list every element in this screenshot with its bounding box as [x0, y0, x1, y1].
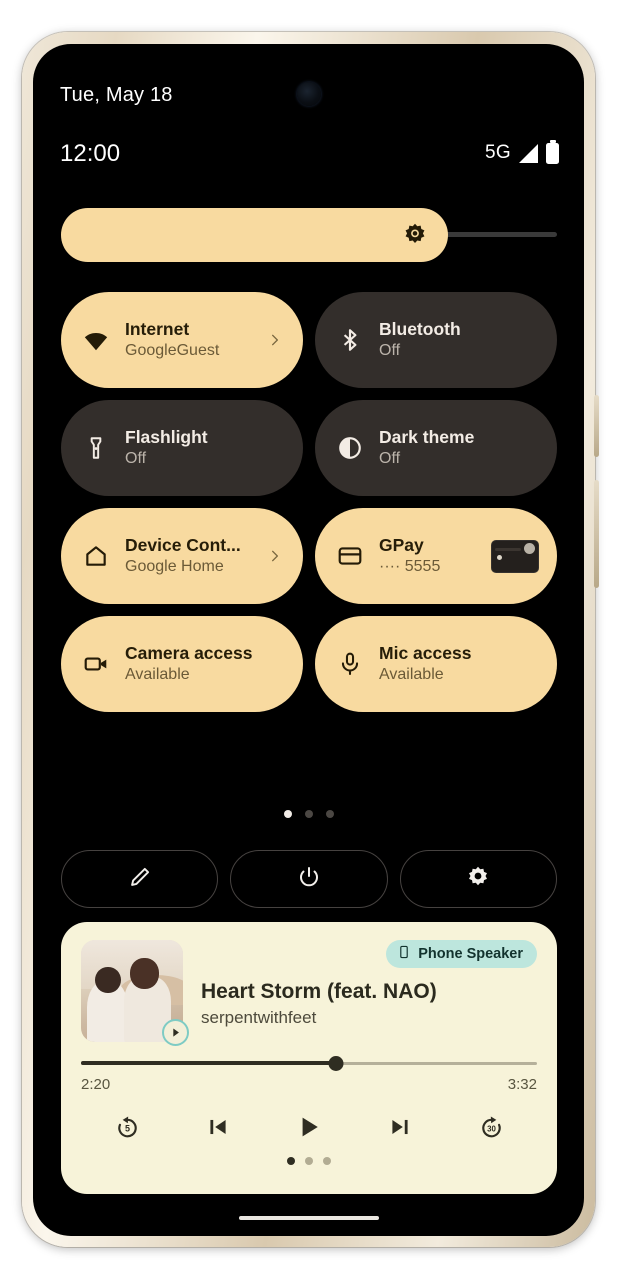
tile-dark-theme-subtitle: Off	[379, 449, 401, 467]
settings-button[interactable]	[399, 850, 557, 908]
battery-full-icon	[546, 142, 559, 164]
screenshot-stage: Tue, May 18 12:00 5G Internet GoogleGues…	[0, 0, 617, 1280]
signal-bars-icon	[519, 143, 538, 163]
media-pager-dot-1[interactable]	[287, 1157, 295, 1165]
svg-text:5: 5	[124, 1123, 129, 1133]
tile-gpay-title: GPay	[379, 535, 424, 556]
media-progress-slider[interactable]	[81, 1056, 537, 1071]
media-controls: 5 30	[81, 1107, 537, 1147]
front-camera-punch-hole	[296, 82, 321, 106]
forward-30-button[interactable]: 30	[471, 1107, 511, 1147]
media-progress-fill	[81, 1061, 337, 1065]
replay-5-button[interactable]: 5	[107, 1107, 147, 1147]
tile-gpay[interactable]: GPay ···· 5555	[315, 508, 557, 604]
play-button[interactable]	[289, 1107, 329, 1147]
album-art-wrapper	[81, 940, 189, 1046]
tile-bluetooth[interactable]: Bluetooth Off	[315, 292, 557, 388]
previous-track-button[interactable]	[198, 1107, 238, 1147]
tile-internet[interactable]: Internet GoogleGuest	[61, 292, 303, 388]
media-pager[interactable]	[81, 1157, 537, 1165]
tile-internet-subtitle: GoogleGuest	[125, 341, 220, 359]
pager-dot-1[interactable]	[283, 810, 292, 818]
output-device-label: Phone Speaker	[418, 946, 523, 962]
tile-flashlight-title: Flashlight	[125, 427, 208, 448]
tile-mic-access-text: Mic access Available	[379, 643, 543, 684]
microphone-icon	[337, 651, 363, 677]
media-artist: serpentwithfeet	[201, 1008, 317, 1027]
status-icons: 5G	[485, 142, 559, 164]
tile-device-controls-text: Device Cont... Google Home	[125, 535, 251, 576]
tile-device-controls[interactable]: Device Cont... Google Home	[61, 508, 303, 604]
tile-camera-access-title: Camera access	[125, 643, 253, 664]
gesture-navigation-bar[interactable]	[238, 1216, 379, 1220]
output-device-chip[interactable]: Phone Speaker	[386, 940, 537, 968]
tile-device-controls-subtitle: Google Home	[125, 557, 224, 575]
tile-camera-access[interactable]: Camera access Available	[61, 616, 303, 712]
edit-button[interactable]	[61, 850, 219, 908]
media-duration: 3:32	[507, 1076, 537, 1093]
tile-bluetooth-subtitle: Off	[379, 341, 401, 359]
brightness-fill	[61, 208, 448, 262]
pager-dot-3[interactable]	[325, 810, 334, 818]
media-header: Phone Speaker Heart Storm (feat. NAO) se…	[81, 940, 537, 1046]
tile-gpay-subtitle: ···· 5555	[379, 557, 441, 575]
network-type-label: 5G	[485, 142, 511, 163]
gear-icon	[466, 865, 490, 894]
tile-mic-access-title: Mic access	[379, 643, 472, 664]
tile-device-controls-title: Device Cont...	[125, 535, 241, 556]
tile-flashlight[interactable]: Flashlight Off	[61, 400, 303, 496]
tile-internet-text: Internet GoogleGuest	[125, 319, 251, 360]
status-clock: 12:00	[60, 140, 121, 167]
media-times: 2:20 3:32	[81, 1076, 537, 1093]
tile-gpay-text: GPay ···· 5555	[379, 535, 475, 576]
tile-dark-theme-text: Dark theme Off	[379, 427, 543, 468]
tile-bluetooth-text: Bluetooth Off	[379, 319, 543, 360]
pager-dot-2[interactable]	[304, 810, 313, 818]
chevron-right-icon[interactable]	[267, 327, 283, 353]
phone-icon	[397, 945, 411, 963]
media-progress-thumb[interactable]	[328, 1056, 344, 1071]
media-player-card[interactable]: Phone Speaker Heart Storm (feat. NAO) se…	[61, 922, 557, 1194]
status-date: Tue, May 18	[60, 84, 173, 106]
tile-flashlight-text: Flashlight Off	[125, 427, 289, 468]
tile-mic-access[interactable]: Mic access Available	[315, 616, 557, 712]
footer-actions	[61, 850, 557, 908]
tile-bluetooth-title: Bluetooth	[379, 319, 461, 340]
pencil-icon	[128, 865, 152, 894]
payment-card-thumbnail[interactable]	[491, 539, 539, 573]
tile-camera-access-subtitle: Available	[125, 665, 190, 683]
power-button[interactable]	[230, 850, 388, 908]
brightness-slider[interactable]	[61, 208, 557, 262]
tile-mic-access-subtitle: Available	[379, 665, 444, 683]
tile-dark-theme-title: Dark theme	[379, 427, 475, 448]
home-icon	[83, 543, 109, 569]
flashlight-icon	[83, 435, 109, 461]
media-info: Phone Speaker Heart Storm (feat. NAO) se…	[201, 940, 537, 1042]
tile-camera-access-text: Camera access Available	[125, 643, 289, 684]
tile-dark-theme[interactable]: Dark theme Off	[315, 400, 557, 496]
media-pager-dot-2[interactable]	[305, 1157, 313, 1165]
power-icon	[297, 865, 321, 894]
phone-power-side-button[interactable]	[594, 395, 599, 457]
media-elapsed-time: 2:20	[81, 1076, 111, 1093]
chevron-right-icon[interactable]	[267, 543, 283, 569]
play-circle-icon[interactable]	[162, 1019, 189, 1046]
media-title: Heart Storm (feat. NAO)	[201, 980, 437, 1003]
credit-card-icon	[337, 543, 363, 569]
tile-internet-title: Internet	[125, 319, 190, 340]
brightness-sun-icon	[402, 222, 428, 248]
tile-flashlight-subtitle: Off	[125, 449, 147, 467]
dark-theme-contrast-icon	[337, 435, 363, 461]
quick-settings-pager[interactable]	[33, 810, 584, 818]
next-track-button[interactable]	[380, 1107, 420, 1147]
media-pager-dot-3[interactable]	[323, 1157, 331, 1165]
bluetooth-icon	[337, 327, 363, 353]
video-camera-icon	[83, 651, 109, 677]
quick-settings-tiles: Internet GoogleGuest Bluetooth Off Flash…	[61, 292, 557, 712]
svg-text:30: 30	[487, 1124, 496, 1133]
phone-screen: Tue, May 18 12:00 5G Internet GoogleGues…	[33, 44, 584, 1236]
phone-volume-side-button[interactable]	[594, 480, 599, 588]
wifi-icon	[83, 327, 109, 353]
